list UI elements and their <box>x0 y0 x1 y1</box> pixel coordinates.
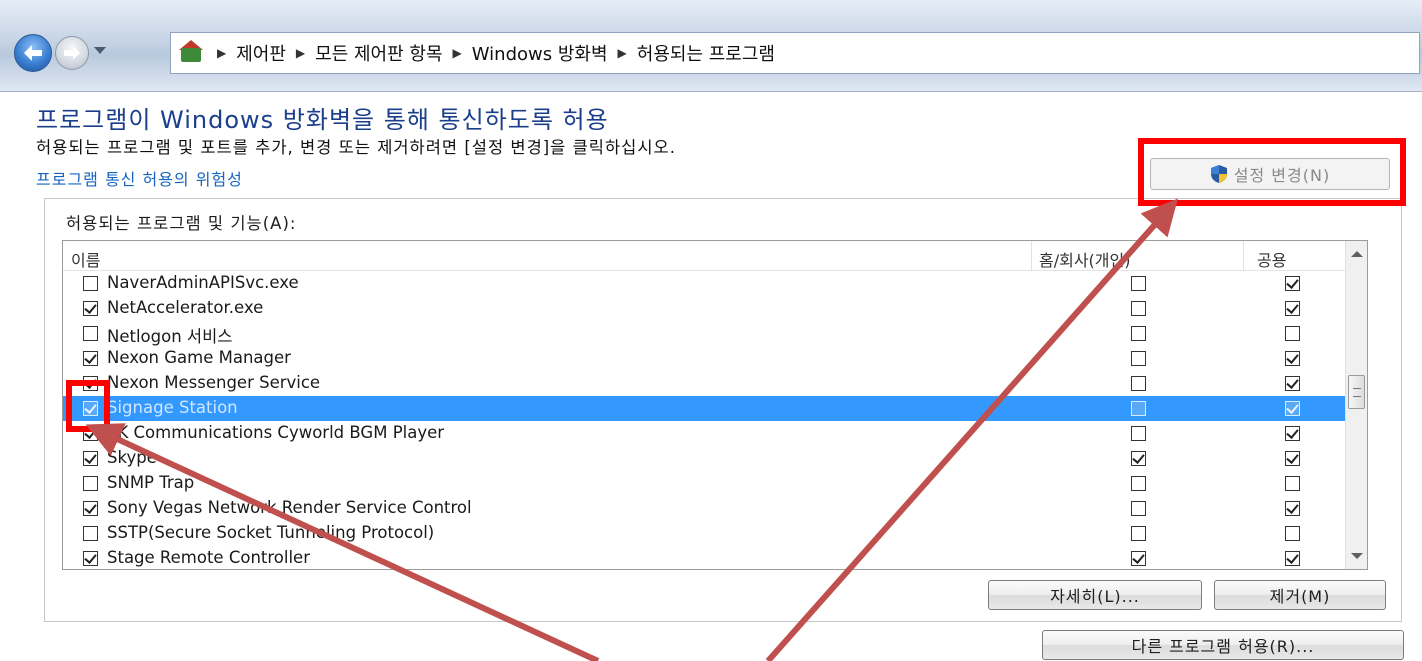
list-item[interactable]: Nexon Game Manager <box>63 346 1345 371</box>
home-work-checkbox[interactable] <box>1131 301 1146 316</box>
home-work-checkbox[interactable] <box>1131 351 1146 366</box>
program-name: Stage Remote Controller <box>107 548 310 567</box>
page-description: 허용되는 프로그램 및 포트를 추가, 변경 또는 제거하려면 [설정 변경]을… <box>36 138 676 157</box>
breadcrumb[interactable]: ▶ 제어판 ▶ 모든 제어판 항목 ▶ Windows 방화벽 ▶ 허용되는 프… <box>170 32 1420 74</box>
breadcrumb-all-items[interactable]: 모든 제어판 항목 <box>315 40 442 66</box>
home-work-checkbox[interactable] <box>1131 551 1146 566</box>
list-header: 이름 홈/회사(개인) 공용 <box>63 241 1345 271</box>
change-settings-label: 설정 변경(N) <box>1233 166 1331 185</box>
breadcrumb-separator-icon[interactable]: ▶ <box>453 46 462 60</box>
public-checkbox[interactable] <box>1285 426 1300 441</box>
allowed-programs-list[interactable]: 이름 홈/회사(개인) 공용 NaverAdminAPISvc.exe NetAc… <box>62 240 1368 570</box>
program-name: Signage Station <box>107 398 238 417</box>
list-item[interactable]: Netlogon 서비스 <box>63 321 1345 346</box>
program-enabled-checkbox[interactable] <box>83 551 98 566</box>
column-divider[interactable] <box>1243 241 1244 271</box>
breadcrumb-control-panel[interactable]: 제어판 <box>236 40 286 66</box>
public-checkbox[interactable] <box>1285 276 1300 291</box>
risk-link[interactable]: 프로그램 통신 허용의 위험성 <box>36 166 243 190</box>
column-header-name[interactable]: 이름 <box>71 247 100 271</box>
list-item[interactable]: Sony Vegas Network Render Service Contro… <box>63 496 1345 521</box>
program-enabled-checkbox[interactable] <box>83 476 98 491</box>
allowed-programs-label: 허용되는 프로그램 및 기능(A): <box>66 214 297 233</box>
public-checkbox[interactable] <box>1285 351 1300 366</box>
column-header-public[interactable]: 공용 <box>1257 247 1286 271</box>
program-enabled-checkbox[interactable] <box>83 451 98 466</box>
public-checkbox[interactable] <box>1285 326 1300 341</box>
program-enabled-checkbox[interactable] <box>83 301 98 316</box>
program-name: Nexon Game Manager <box>107 348 291 367</box>
program-enabled-checkbox[interactable] <box>83 351 98 366</box>
list-item[interactable]: NaverAdminAPISvc.exe <box>63 271 1345 296</box>
program-name: NaverAdminAPISvc.exe <box>107 273 299 292</box>
breadcrumb-allowed-programs[interactable]: 허용되는 프로그램 <box>637 40 775 66</box>
program-name: SNMP Trap <box>107 473 195 492</box>
scroll-thumb[interactable] <box>1348 375 1365 409</box>
breadcrumb-separator-icon[interactable]: ▶ <box>618 46 627 60</box>
program-enabled-checkbox[interactable] <box>83 501 98 516</box>
details-button[interactable]: 자세히(L)... <box>988 580 1202 610</box>
public-checkbox[interactable] <box>1285 376 1300 391</box>
home-work-checkbox[interactable] <box>1131 476 1146 491</box>
list-item[interactable]: Signage Station <box>63 396 1345 421</box>
home-work-checkbox[interactable] <box>1131 526 1146 541</box>
arrow-left-icon <box>24 45 42 61</box>
public-checkbox[interactable] <box>1285 451 1300 466</box>
arrow-right-icon <box>64 46 80 60</box>
list-item[interactable]: SSTP(Secure Socket Tunneling Protocol) <box>63 521 1345 546</box>
uac-shield-icon <box>1210 164 1228 184</box>
program-enabled-checkbox[interactable] <box>83 426 98 441</box>
back-button[interactable] <box>14 34 52 72</box>
public-checkbox[interactable] <box>1285 301 1300 316</box>
program-enabled-checkbox[interactable] <box>83 526 98 541</box>
scroll-down-icon[interactable] <box>1351 553 1363 559</box>
home-work-checkbox[interactable] <box>1131 276 1146 291</box>
history-dropdown-button[interactable] <box>94 47 106 54</box>
list-item[interactable]: SNMP Trap <box>63 471 1345 496</box>
breadcrumb-separator-icon[interactable]: ▶ <box>296 46 305 60</box>
program-name: SK Communications Cyworld BGM Player <box>107 423 445 442</box>
list-item[interactable]: Stage Remote Controller <box>63 546 1345 569</box>
change-settings-button[interactable]: 설정 변경(N) <box>1150 158 1390 190</box>
list-rows: NaverAdminAPISvc.exe NetAccelerator.exe Ne… <box>63 271 1345 569</box>
program-name: Netlogon 서비스 <box>107 327 233 346</box>
allow-another-program-button[interactable]: 다른 프로그램 허용(R)... <box>1042 630 1404 660</box>
list-item[interactable]: Nexon Messenger Service <box>63 371 1345 396</box>
home-work-checkbox[interactable] <box>1131 426 1146 441</box>
vertical-scrollbar[interactable] <box>1345 241 1367 569</box>
public-checkbox[interactable] <box>1285 401 1300 416</box>
public-checkbox[interactable] <box>1285 526 1300 541</box>
public-checkbox[interactable] <box>1285 551 1300 566</box>
home-work-checkbox[interactable] <box>1131 401 1146 416</box>
program-name: SSTP(Secure Socket Tunneling Protocol) <box>107 523 435 542</box>
breadcrumb-firewall[interactable]: Windows 방화벽 <box>472 40 608 66</box>
list-item[interactable]: NetAccelerator.exe <box>63 296 1345 321</box>
program-name: Sony Vegas Network Render Service Contro… <box>107 498 472 517</box>
program-name: NetAccelerator.exe <box>107 298 264 317</box>
home-work-checkbox[interactable] <box>1131 451 1146 466</box>
page-title: 프로그램이 Windows 방화벽을 통해 통신하도록 허용 <box>36 106 609 134</box>
column-divider[interactable] <box>1031 241 1032 271</box>
list-item[interactable]: Skype <box>63 446 1345 471</box>
breadcrumb-separator-icon[interactable]: ▶ <box>217 46 226 60</box>
address-bar: ▶ 제어판 ▶ 모든 제어판 항목 ▶ Windows 방화벽 ▶ 허용되는 프… <box>0 0 1422 92</box>
home-work-checkbox[interactable] <box>1131 326 1146 341</box>
home-work-checkbox[interactable] <box>1131 501 1146 516</box>
program-enabled-checkbox[interactable] <box>83 276 98 291</box>
forward-button[interactable] <box>55 36 89 70</box>
public-checkbox[interactable] <box>1285 501 1300 516</box>
program-name: Skype <box>107 448 157 467</box>
program-enabled-checkbox[interactable] <box>83 326 98 341</box>
remove-button[interactable]: 제거(M) <box>1214 580 1386 610</box>
program-name: Nexon Messenger Service <box>107 373 321 392</box>
program-enabled-checkbox[interactable] <box>83 376 98 391</box>
home-work-checkbox[interactable] <box>1131 376 1146 391</box>
column-header-home[interactable]: 홈/회사(개인) <box>1039 247 1130 271</box>
control-panel-icon <box>177 40 207 66</box>
scroll-up-icon[interactable] <box>1351 251 1363 257</box>
list-item[interactable]: SK Communications Cyworld BGM Player <box>63 421 1345 446</box>
public-checkbox[interactable] <box>1285 476 1300 491</box>
program-enabled-checkbox[interactable] <box>83 401 98 416</box>
